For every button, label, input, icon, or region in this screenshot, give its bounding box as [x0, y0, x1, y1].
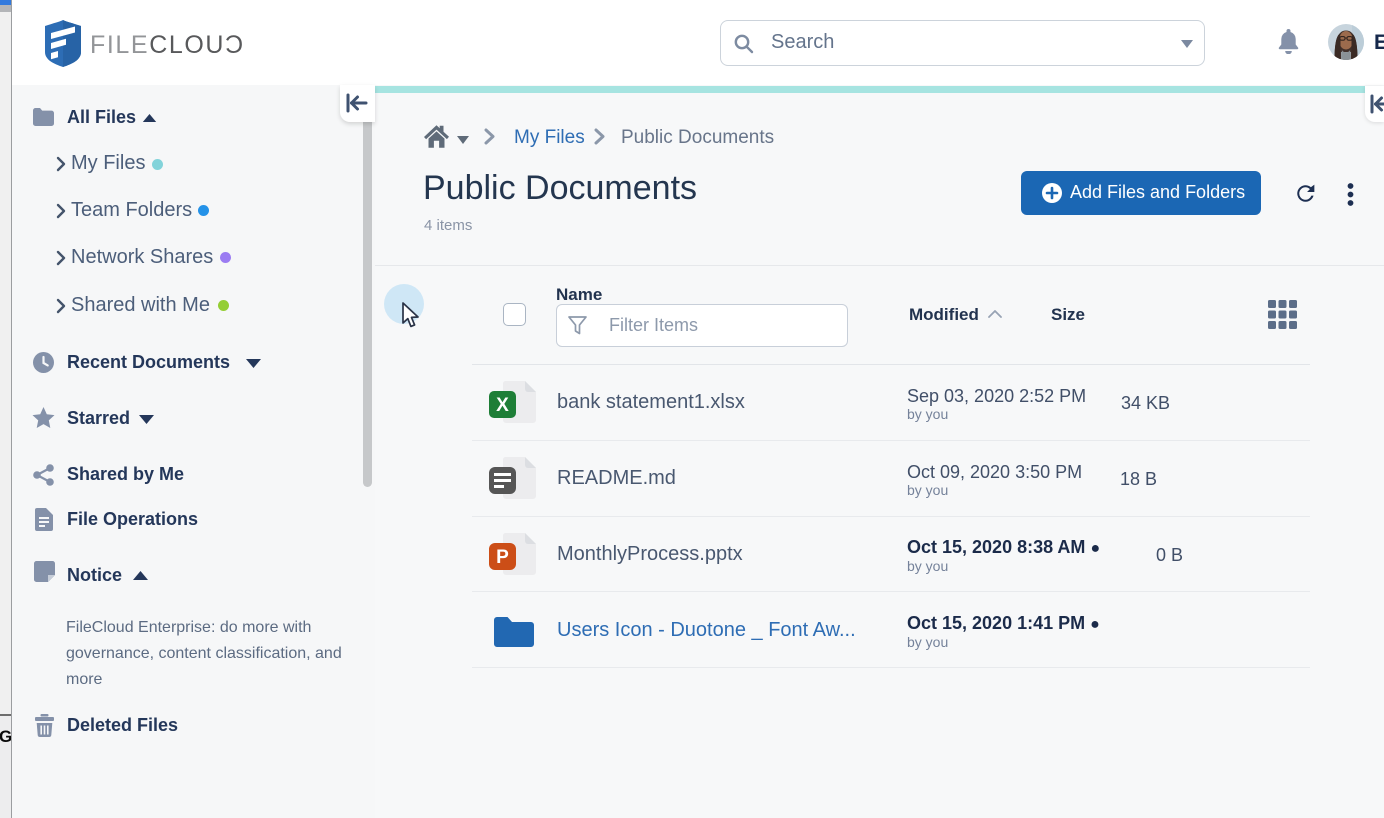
svg-text:P: P	[496, 547, 509, 568]
svg-text:X: X	[496, 395, 509, 416]
